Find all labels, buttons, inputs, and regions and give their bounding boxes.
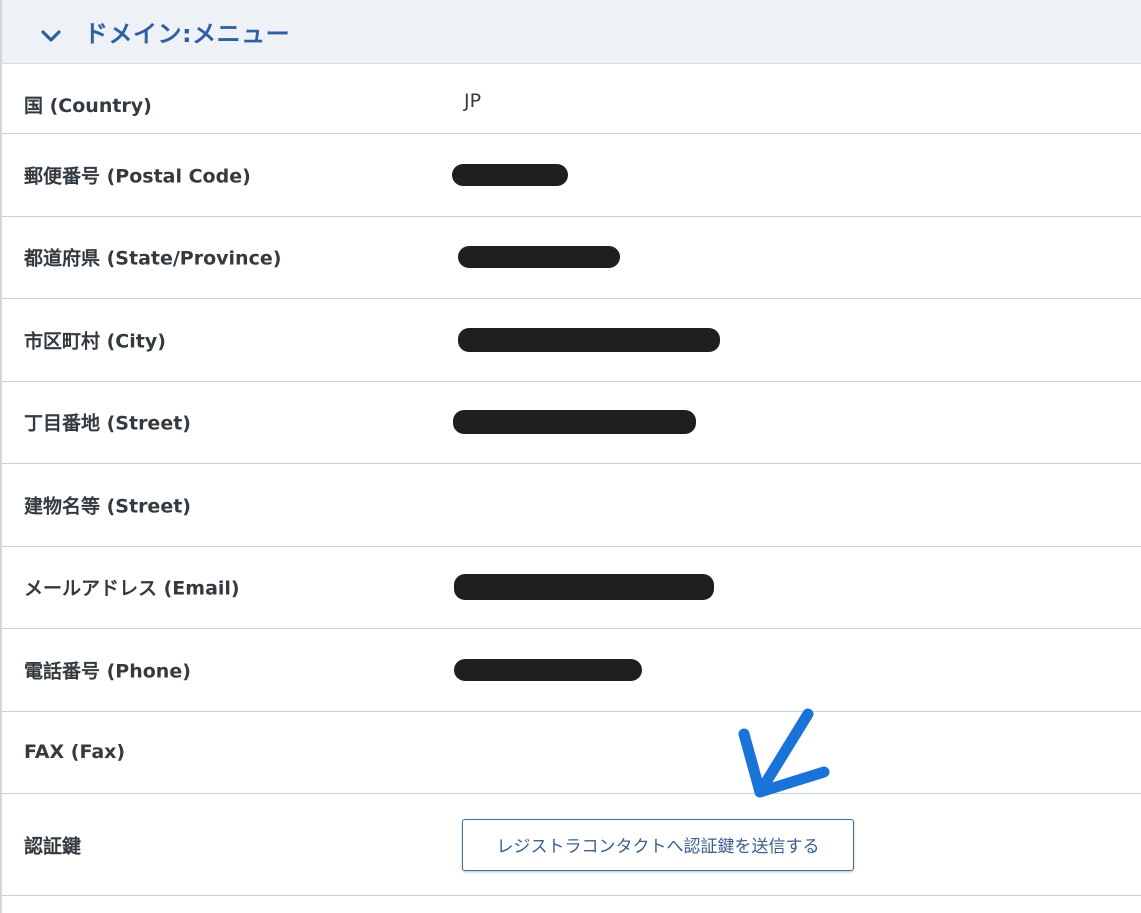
section-title: ドメイン:メニュー bbox=[84, 20, 291, 48]
table-row-street: 丁目番地 (Street) bbox=[2, 382, 1141, 464]
redacted-value bbox=[458, 246, 620, 269]
row-label: 都道府県 (State/Province) bbox=[24, 247, 282, 270]
table-row-state: 都道府県 (State/Province) bbox=[2, 217, 1141, 299]
redacted-value bbox=[452, 163, 568, 186]
table-row-building: 建物名等 (Street) bbox=[2, 464, 1141, 547]
table-row-country: 国 (Country) JP bbox=[2, 64, 1141, 134]
table-row-city: 市区町村 (City) bbox=[2, 299, 1141, 382]
row-label: 国 (Country) bbox=[24, 95, 152, 117]
send-auth-key-button[interactable]: レジストラコンタクトへ認証鍵を送信する bbox=[462, 818, 854, 871]
contact-info-table: 国 (Country) JP 郵便番号 (Postal Code) 都道府県 (… bbox=[2, 64, 1141, 896]
table-row-email: メールアドレス (Email) bbox=[2, 547, 1141, 629]
redacted-value bbox=[453, 410, 696, 435]
redacted-value bbox=[454, 574, 714, 601]
row-label: 市区町村 (City) bbox=[24, 330, 166, 353]
row-label: 丁目番地 (Street) bbox=[24, 412, 191, 435]
row-label: 郵便番号 (Postal Code) bbox=[24, 165, 251, 188]
table-row-auth-key: 認証鍵 レジストラコンタクトへ認証鍵を送信する bbox=[2, 794, 1141, 896]
table-row-phone: 電話番号 (Phone) bbox=[2, 629, 1141, 712]
redacted-value bbox=[458, 327, 720, 352]
row-label: メールアドレス (Email) bbox=[24, 577, 240, 600]
section-header[interactable]: ドメイン:メニュー bbox=[2, 0, 1141, 64]
table-row-fax: FAX (Fax) bbox=[2, 712, 1141, 794]
domain-menu-panel: ドメイン:メニュー 国 (Country) JP 郵便番号 (Postal Co… bbox=[0, 0, 1141, 913]
row-label: 認証鍵 bbox=[24, 835, 82, 857]
blue-arrow-annotation-icon bbox=[738, 708, 830, 798]
redacted-value bbox=[454, 658, 642, 681]
row-value: JP bbox=[464, 90, 482, 112]
row-label: FAX (Fax) bbox=[24, 741, 126, 764]
row-label: 建物名等 (Street) bbox=[24, 495, 191, 518]
chevron-down-icon[interactable] bbox=[38, 23, 64, 49]
table-row-postal-code: 郵便番号 (Postal Code) bbox=[2, 134, 1141, 217]
row-label: 電話番号 (Phone) bbox=[24, 660, 191, 683]
